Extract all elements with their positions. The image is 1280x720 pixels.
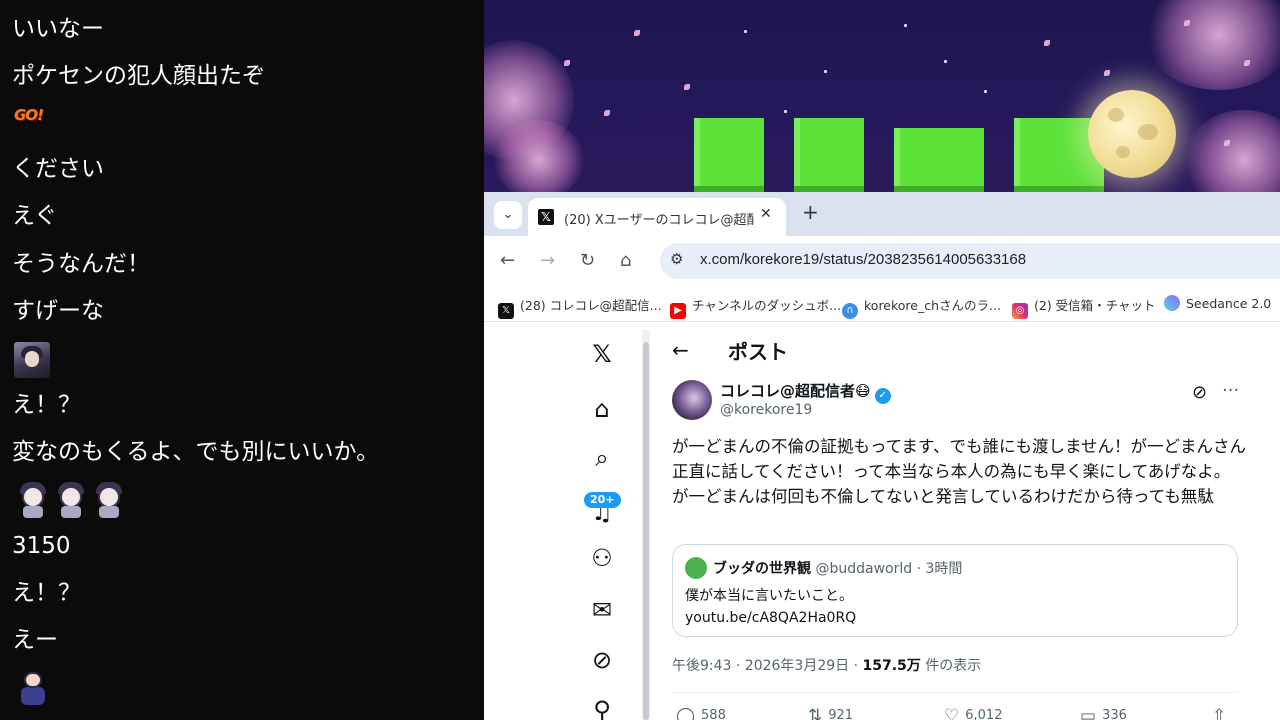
- tab-title: (20) Xユーザーのコレコレ@超配信者: [564, 213, 754, 228]
- chat-panel: いいなー ポケセンの犯人顔出たぞ GO! ください えぐ そうなんだ！ すげーな…: [0, 0, 484, 720]
- avatar[interactable]: [672, 380, 712, 420]
- chibi-emote-row: [14, 482, 128, 520]
- home-icon[interactable]: ⌂: [620, 250, 631, 271]
- heart-icon: ♡: [944, 706, 960, 720]
- divider: [672, 692, 1238, 693]
- follow-icon[interactable]: ⚇: [588, 544, 616, 572]
- tab-search-button[interactable]: ⌄: [494, 201, 522, 229]
- browser-toolbar: ← → ↻ ⌂ ⚙ x.com/korekore19/status/203823…: [484, 236, 1280, 286]
- cherry-blossom: [494, 120, 584, 192]
- more-icon[interactable]: ···: [1222, 380, 1239, 401]
- bookmark-item[interactable]: Seedance 2.0: [1164, 295, 1271, 313]
- new-tab-button[interactable]: +: [802, 200, 819, 224]
- author-handle[interactable]: @korekore19: [720, 402, 812, 418]
- go-emote: GO!: [14, 106, 44, 124]
- messages-icon[interactable]: ✉: [588, 596, 616, 624]
- reply-button[interactable]: ◯ 588: [676, 706, 726, 720]
- x-logo-icon: 𝕏: [538, 209, 554, 225]
- notification-badge: 20+: [584, 492, 621, 508]
- share-button[interactable]: ⇧: [1212, 706, 1232, 720]
- grok-icon[interactable]: ⊘: [1192, 382, 1207, 403]
- bookmark-item[interactable]: ∩ korekore_chさんのラ...: [842, 295, 1001, 319]
- character-emote: [18, 670, 46, 706]
- reload-icon[interactable]: ↻: [580, 250, 595, 271]
- chat-message: えぐ: [12, 203, 58, 229]
- author-name[interactable]: コレコレ@超配信者😷 ✓: [720, 380, 891, 404]
- x-logo-icon[interactable]: 𝕏: [588, 340, 616, 368]
- quote-header: ブッダの世界観 @buddaworld · 3時間: [713, 561, 963, 577]
- chat-message: そうなんだ！: [12, 251, 150, 277]
- back-arrow-icon[interactable]: ←: [672, 338, 689, 362]
- bookmark-item[interactable]: ◎ (2) 受信箱・チャット: [1012, 295, 1156, 319]
- seedance-icon: [1164, 295, 1180, 311]
- avatar: [685, 557, 707, 579]
- tab-strip: ⌄ 𝕏 (20) Xユーザーのコレコレ@超配信者 ✕ +: [484, 192, 1280, 236]
- cherry-blossom: [1184, 110, 1280, 192]
- chibi-emote: [52, 482, 88, 520]
- chibi-emote: [14, 482, 50, 520]
- site-info-icon[interactable]: ⚙: [670, 250, 683, 268]
- quote-card[interactable]: ブッダの世界観 @buddaworld · 3時間 僕が本当に言いたいこと。 y…: [672, 544, 1238, 637]
- chat-message: え！？: [12, 580, 81, 606]
- bookmarks-bar: 𝕏 (28) コレコレ@超配信... ▶ チャンネルのダッシュボ... ∩ korek…: [484, 286, 1280, 322]
- back-icon[interactable]: ←: [500, 250, 515, 271]
- home-icon[interactable]: ⌂: [588, 395, 616, 423]
- chat-message: え！？: [12, 392, 81, 418]
- x-page: 𝕏 ⌂ ⌕ ♫ 20+ ⚇ ✉ ⊘ ⚲ ← ポスト コレコレ@超配信者😷 ✓ @k…: [484, 322, 1280, 720]
- moon: [1088, 90, 1176, 178]
- chat-message: ください: [12, 156, 104, 182]
- bookmark-item[interactable]: 𝕏 (28) コレコレ@超配信...: [498, 295, 662, 319]
- stream-banner: [484, 0, 1280, 192]
- instagram-icon: ◎: [1012, 303, 1028, 319]
- share-icon: ⇧: [1212, 706, 1227, 720]
- chat-message: えー: [12, 627, 58, 653]
- chat-message: ポケセンの犯人顔出たぞ: [12, 63, 265, 89]
- avatar-emote: [14, 342, 50, 378]
- search-icon[interactable]: ⌕: [588, 444, 616, 472]
- repost-icon: ⇅: [808, 706, 823, 720]
- bookmark-item[interactable]: ▶ チャンネルのダッシュボ...: [670, 295, 841, 319]
- chat-message: 3150: [12, 533, 71, 559]
- headset-icon: ∩: [842, 303, 858, 319]
- bookmark-icon: ▭: [1080, 706, 1097, 720]
- cherry-blossom: [1144, 0, 1280, 90]
- repost-button[interactable]: ⇅ 921: [808, 706, 853, 720]
- scrollbar-thumb[interactable]: [643, 342, 649, 720]
- chat-message: 変なのもくるよ、でも別にいいか。: [12, 439, 380, 465]
- youtube-icon: ▶: [670, 303, 686, 319]
- forward-icon[interactable]: →: [540, 250, 555, 271]
- quote-text: 僕が本当に言いたいこと。 youtu.be/cA8QA2Ha0RQ: [685, 588, 857, 626]
- chat-message: いいなー: [12, 16, 104, 42]
- url-text[interactable]: x.com/korekore19/status/2038235614005633…: [700, 251, 1026, 268]
- close-icon[interactable]: ✕: [760, 206, 772, 222]
- verified-icon: ✓: [874, 388, 891, 404]
- profile-icon[interactable]: ⚲: [588, 696, 616, 720]
- bookmark-button[interactable]: ▭ 336: [1080, 706, 1127, 720]
- reply-icon: ◯: [676, 706, 696, 720]
- grok-icon[interactable]: ⊘: [588, 646, 616, 674]
- chibi-emote: [90, 482, 126, 520]
- active-tab[interactable]: 𝕏 (20) Xユーザーのコレコレ@超配信者 ✕: [528, 198, 786, 236]
- page-title: ポスト: [728, 340, 788, 364]
- chat-message: すげーな: [12, 298, 104, 324]
- post-text: が一どまんの不倫の証拠もってます、でも誰にも渡しません！が一どまんさん正直に話し…: [672, 437, 1247, 506]
- post-meta: 午後9:43 · 2026年3月29日 · 157.5万 件の表示: [672, 658, 982, 674]
- like-button[interactable]: ♡ 6,012: [944, 706, 1002, 720]
- x-logo-icon: 𝕏: [498, 303, 514, 319]
- address-bar[interactable]: ⚙ x.com/korekore19/status/20382356140056…: [660, 243, 1280, 279]
